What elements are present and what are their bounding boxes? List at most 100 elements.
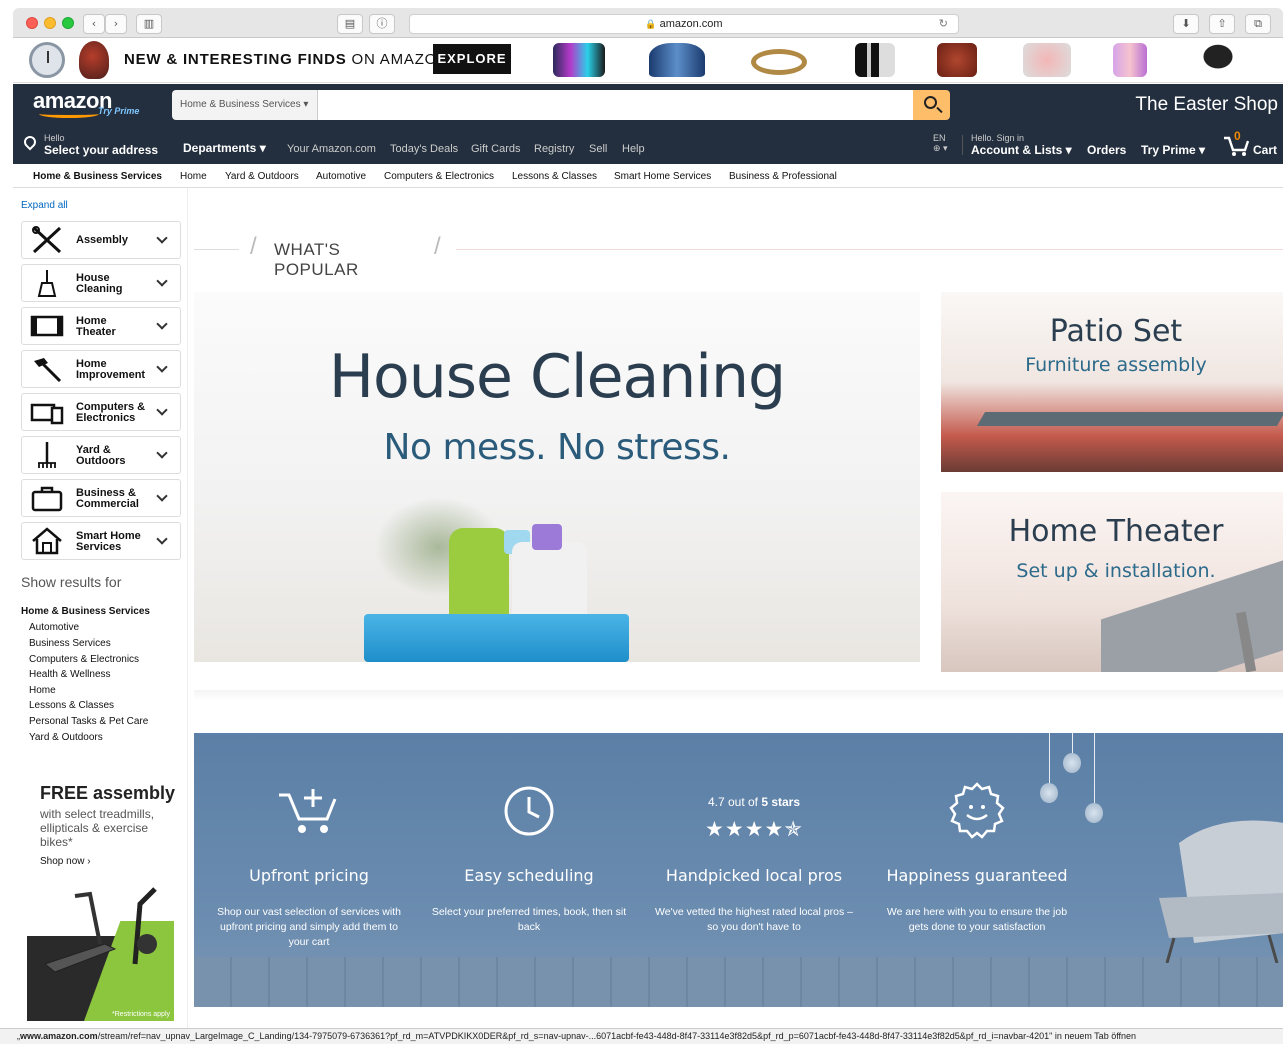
crystals-product-image[interactable]	[1113, 43, 1147, 77]
result-link-home[interactable]: Home	[29, 685, 56, 696]
nav-link-help[interactable]: Help	[622, 143, 645, 155]
orders-link[interactable]: Orders	[1087, 143, 1126, 157]
category-assembly[interactable]: Assembly	[21, 221, 181, 259]
chevron-down-icon	[156, 232, 168, 244]
green-bottle-image	[449, 528, 509, 628]
sunglasses-product-image[interactable]	[1193, 43, 1243, 77]
feature-title: Easy scheduling	[464, 866, 594, 885]
nav-link-registry[interactable]: Registry	[534, 143, 574, 155]
tools-product-image[interactable]	[855, 43, 895, 77]
patio-set-tile[interactable]: Patio Set Furniture assembly	[941, 292, 1283, 472]
fitness-equipment-image[interactable]: *Restrictions apply	[27, 876, 174, 1021]
subnav-yard-outdoors[interactable]: Yard & Outdoors	[225, 171, 299, 182]
category-business-commercial[interactable]: Business & Commercial	[21, 479, 181, 517]
tabs-icon[interactable]: ⧉	[1245, 14, 1271, 34]
pillows-product-image[interactable]	[1023, 43, 1071, 77]
category-yard-outdoors[interactable]: Yard & Outdoors	[21, 436, 181, 474]
category-smart-home[interactable]: Smart Home Services	[21, 522, 181, 560]
browser-status-bar: „www.amazon.com/stream/ref=nav_upnav_Lar…	[0, 1028, 1283, 1044]
category-house-cleaning[interactable]: House Cleaning	[21, 264, 181, 302]
info-icon[interactable]: ⓘ	[369, 14, 395, 34]
shoes-product-image[interactable]	[649, 43, 705, 77]
bag-product-image[interactable]	[937, 43, 977, 77]
rating-text: 4.7 out of 5 stars	[644, 795, 864, 809]
hero-title: House Cleaning	[328, 342, 786, 412]
subnav-business-professional[interactable]: Business & Professional	[729, 171, 837, 182]
speaker-product-image[interactable]	[553, 43, 605, 77]
explore-button[interactable]: EXPLORE	[433, 44, 511, 74]
result-link-lessons-classes[interactable]: Lessons & Classes	[29, 700, 114, 711]
subnav-lessons-classes[interactable]: Lessons & Classes	[512, 171, 597, 182]
category-computers-electronics[interactable]: Computers & Electronics	[21, 393, 181, 431]
result-link-computers-electronics[interactable]: Computers & Electronics	[29, 654, 139, 665]
subnav-smart-home[interactable]: Smart Home Services	[614, 171, 711, 182]
result-link-yard-outdoors[interactable]: Yard & Outdoors	[29, 732, 103, 743]
results-category-head[interactable]: Home & Business Services	[21, 606, 150, 617]
cart-label[interactable]: Cart	[1253, 143, 1277, 157]
browser-toolbar: ‹ › ▥ ▤ ⓘ 🔒 amazon.com ↻ ⬇ ⇧ ⧉	[13, 8, 1283, 38]
lamp-product-image[interactable]	[79, 41, 109, 79]
nav-link-sell[interactable]: Sell	[589, 143, 607, 155]
subnav-home-business[interactable]: Home & Business Services	[33, 171, 162, 182]
subnav-automotive[interactable]: Automotive	[316, 171, 366, 182]
minimize-window-button[interactable]	[44, 17, 56, 29]
page: ‹ › ▥ ▤ ⓘ 🔒 amazon.com ↻ ⬇ ⇧ ⧉ NEW & INTE…	[0, 0, 1283, 1044]
nav-row-secondary: Hello Select your address Departments ▾ …	[13, 129, 1283, 164]
chevron-down-icon	[156, 275, 168, 287]
url-text: amazon.com	[659, 18, 723, 30]
category-label-2: Services	[76, 541, 122, 553]
nav-link-gift-cards[interactable]: Gift Cards	[471, 143, 521, 155]
clock-product-image[interactable]	[29, 42, 65, 78]
search-department-select[interactable]: Home & Business Services ▾	[172, 90, 318, 120]
home-theater-tile[interactable]: Home Theater Set up & installation.	[941, 492, 1283, 672]
share-icon[interactable]: ⇧	[1209, 14, 1235, 34]
forward-icon[interactable]: ›	[105, 14, 127, 34]
try-prime-menu[interactable]: Try Prime ▾	[1141, 143, 1205, 157]
departments-menu[interactable]: Departments ▾	[183, 141, 266, 155]
lamp-wire	[1094, 733, 1095, 803]
result-link-automotive[interactable]: Automotive	[29, 622, 79, 633]
search-input[interactable]	[318, 90, 913, 120]
signin-hello[interactable]: Hello. Sign in	[971, 133, 1024, 143]
account-lists-menu[interactable]: Account & Lists ▾	[971, 143, 1072, 157]
subnav-computers-electronics[interactable]: Computers & Electronics	[384, 171, 494, 182]
result-link-health-wellness[interactable]: Health & Wellness	[29, 669, 111, 680]
left-sidebar: Expand all Assembly House Cleaning Home …	[13, 188, 188, 1028]
reload-icon[interactable]: ↻	[939, 15, 948, 33]
category-home-theater[interactable]: Home Theater	[21, 307, 181, 345]
hero-subtitle: No mess. No stress.	[383, 427, 731, 468]
logo-try-prime[interactable]: Try Prime	[98, 106, 139, 116]
tv-icon	[30, 315, 64, 337]
easter-shop-link[interactable]: The Easter Shop	[1135, 94, 1278, 116]
shop-now-link[interactable]: Shop now ›	[40, 856, 91, 867]
language-selector[interactable]: EN ⊕ ▾	[933, 133, 948, 153]
address-bar[interactable]: 🔒 amazon.com ↻	[409, 14, 959, 34]
close-window-button[interactable]	[26, 17, 38, 29]
free-assembly-title[interactable]: FREE assembly	[40, 783, 175, 804]
back-icon[interactable]: ‹	[83, 14, 105, 34]
globe-icon: ⊕ ▾	[933, 143, 948, 153]
tile-subtitle: Set up & installation.	[1016, 560, 1216, 582]
category-label-2: Improvement	[76, 369, 146, 381]
lamp-wire	[1049, 733, 1050, 783]
promo-banner[interactable]: NEW & INTERESTING FINDS ON AMAZON EXPLOR…	[13, 39, 1283, 83]
search-button[interactable]	[913, 90, 950, 120]
zoom-window-button[interactable]	[62, 17, 74, 29]
category-label-2: Commercial	[76, 498, 139, 510]
reader-icon[interactable]: ▤	[337, 14, 363, 34]
download-icon[interactable]: ⬇	[1173, 14, 1199, 34]
tile-title: Home Theater	[1008, 514, 1224, 549]
sidebar-icon[interactable]: ▥	[136, 14, 162, 34]
nav-link-your-amazon[interactable]: Your Amazon.com	[287, 143, 376, 155]
nav-link-todays-deals[interactable]: Today's Deals	[390, 143, 458, 155]
category-home-improvement[interactable]: Home Improvement	[21, 350, 181, 388]
expand-all-link[interactable]: Expand all	[21, 200, 68, 211]
result-link-business-services[interactable]: Business Services	[29, 638, 111, 649]
tile-title: Patio Set	[1049, 314, 1183, 349]
bracelet-product-image[interactable]	[751, 49, 807, 75]
result-link-personal-tasks[interactable]: Personal Tasks & Pet Care	[29, 716, 148, 727]
house-cleaning-banner[interactable]: House Cleaning No mess. No stress.	[194, 292, 920, 662]
select-address-link[interactable]: Select your address	[44, 143, 158, 157]
hammer-icon	[34, 358, 62, 383]
subnav-home[interactable]: Home	[180, 171, 207, 182]
